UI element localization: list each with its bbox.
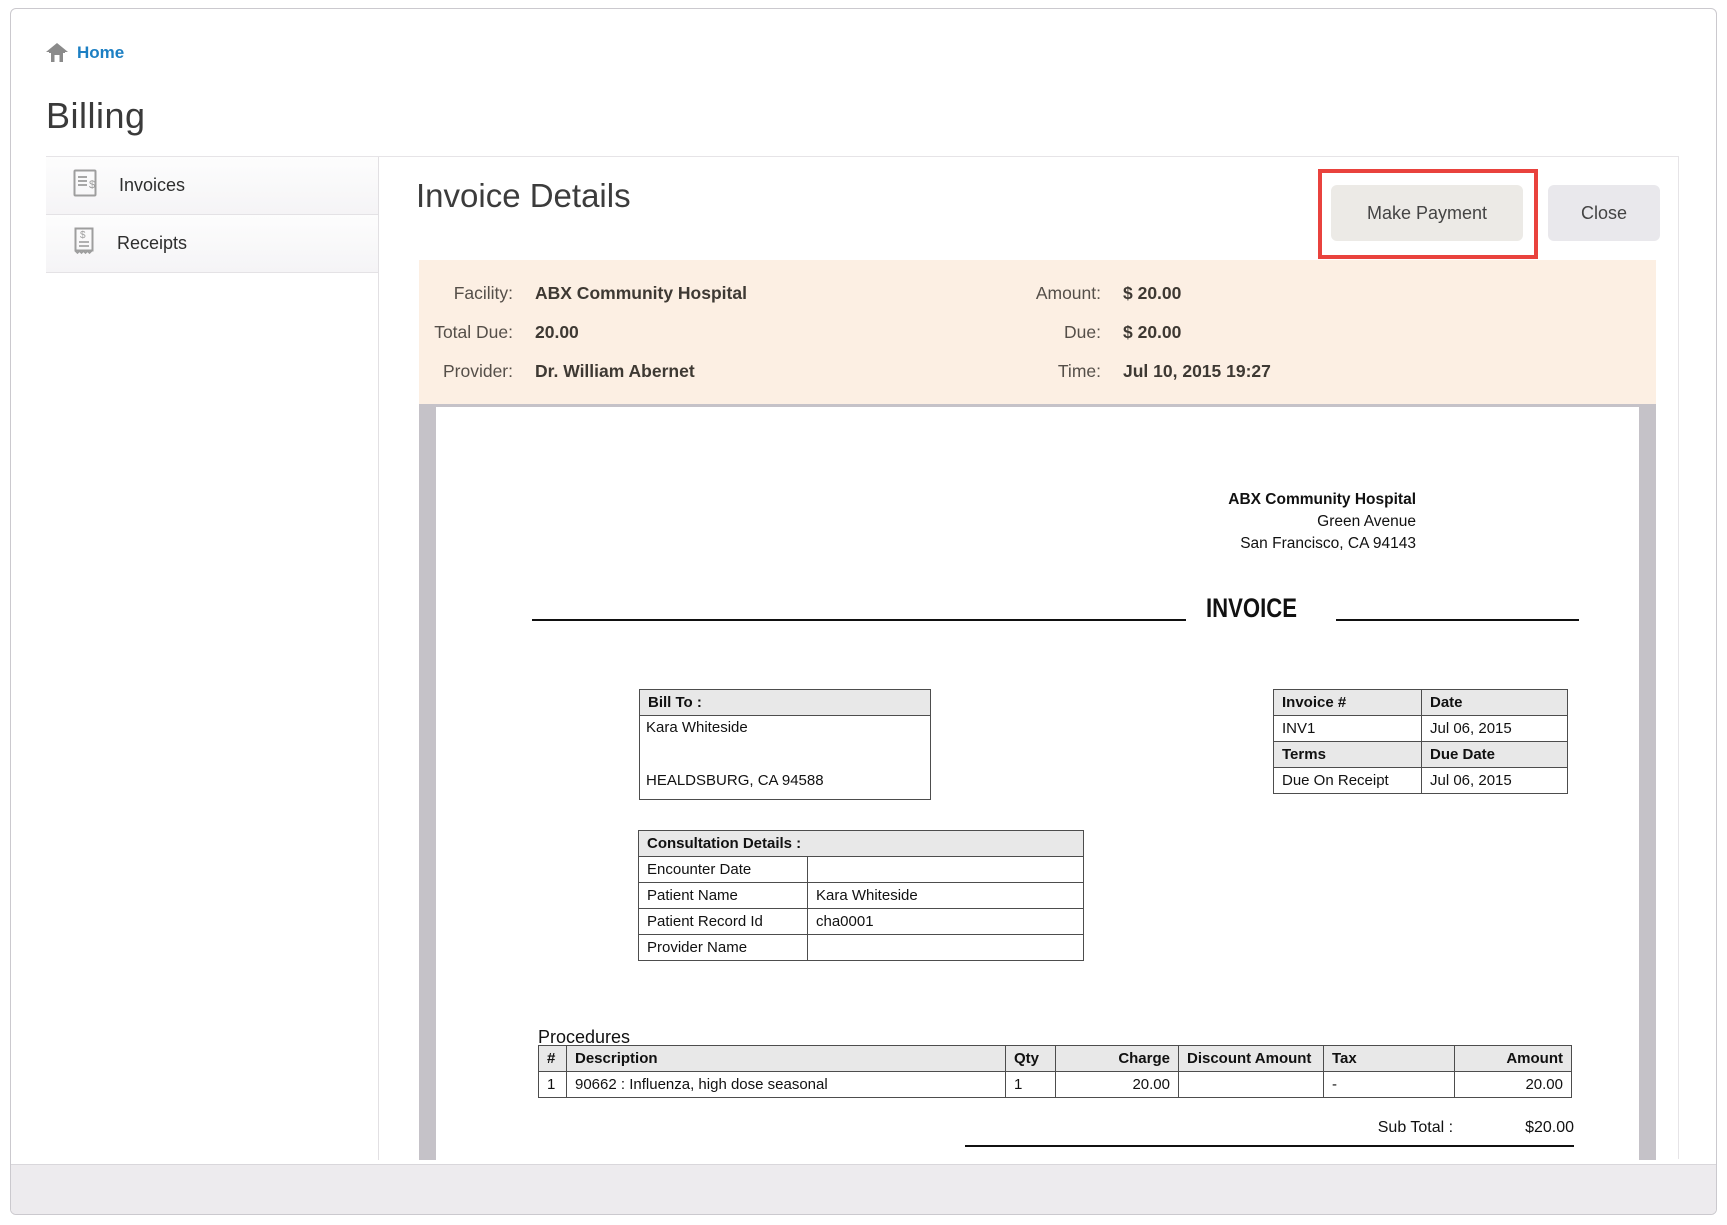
home-icon bbox=[46, 43, 68, 63]
sidebar-item-label: Invoices bbox=[119, 175, 185, 196]
invoice-details-title: Invoice Details bbox=[416, 177, 631, 215]
procedure-row: 1 90662 : Influenza, high dose seasonal … bbox=[539, 1072, 1572, 1098]
provider-name-value bbox=[808, 935, 1084, 961]
summary-left-column: Facility: ABX Community Hospital Total D… bbox=[419, 274, 939, 404]
invoice-title-rule-right bbox=[1336, 619, 1579, 621]
procedures-table: # Description Qty Charge Discount Amount… bbox=[538, 1045, 1572, 1098]
invoice-date-label: Date bbox=[1422, 690, 1568, 716]
invoice-meta-table: Invoice # Date INV1 Jul 06, 2015 Terms D… bbox=[1273, 689, 1568, 794]
sidebar-item-label: Receipts bbox=[117, 233, 187, 254]
bill-to-city: HEALDSBURG, CA 94588 bbox=[646, 772, 924, 789]
summary-row-time: Time: Jul 10, 2015 19:27 bbox=[989, 352, 1589, 391]
col-header-index: # bbox=[539, 1046, 567, 1072]
consultation-details-table: Consultation Details : Encounter Date Pa… bbox=[638, 830, 1084, 961]
invoice-number-value: INV1 bbox=[1274, 716, 1422, 742]
invoice-document-page: ABX Community Hospital Green Avenue San … bbox=[436, 407, 1639, 1160]
invoice-summary-panel: Facility: ABX Community Hospital Total D… bbox=[419, 260, 1656, 404]
procedure-charge: 20.00 bbox=[1056, 1072, 1179, 1098]
procedure-amount: 20.00 bbox=[1455, 1072, 1572, 1098]
procedure-discount bbox=[1179, 1072, 1324, 1098]
time-value: Jul 10, 2015 19:27 bbox=[1123, 361, 1271, 382]
provider-name-label: Provider Name bbox=[639, 935, 808, 961]
due-date-label: Due Date bbox=[1422, 742, 1568, 768]
bill-to-header: Bill To : bbox=[640, 690, 931, 716]
invoice-date-value: Jul 06, 2015 bbox=[1422, 716, 1568, 742]
sidebar-item-receipts[interactable]: $ Receipts bbox=[46, 215, 378, 273]
hospital-name: ABX Community Hospital bbox=[1228, 489, 1416, 511]
total-due-value: 20.00 bbox=[535, 322, 579, 343]
col-header-charge: Charge bbox=[1056, 1046, 1179, 1072]
invoice-document-title: INVOICE bbox=[1206, 593, 1297, 624]
sidebar-item-invoices[interactable]: $ Invoices bbox=[46, 157, 378, 215]
patient-record-id-label: Patient Record Id bbox=[639, 909, 808, 935]
col-header-discount: Discount Amount bbox=[1179, 1046, 1324, 1072]
col-header-qty: Qty bbox=[1006, 1046, 1056, 1072]
summary-row-provider: Provider: Dr. William Abernet bbox=[419, 352, 939, 391]
encounter-date-label: Encounter Date bbox=[639, 857, 808, 883]
summary-row-amount: Amount: $ 20.00 bbox=[989, 274, 1589, 313]
receipt-icon: $ bbox=[73, 227, 95, 260]
svg-text:$: $ bbox=[80, 230, 86, 241]
total-due-label: Total Due: bbox=[419, 322, 513, 343]
summary-row-due: Due: $ 20.00 bbox=[989, 313, 1589, 352]
terms-label: Terms bbox=[1274, 742, 1422, 768]
provider-value: Dr. William Abernet bbox=[535, 361, 695, 382]
col-header-amount: Amount bbox=[1455, 1046, 1572, 1072]
breadcrumb-home-link[interactable]: Home bbox=[77, 43, 124, 63]
summary-right-column: Amount: $ 20.00 Due: $ 20.00 Time: Jul 1… bbox=[989, 274, 1589, 404]
bill-to-body: Kara Whiteside HEALDSBURG, CA 94588 bbox=[640, 716, 931, 800]
encounter-date-value bbox=[808, 857, 1084, 883]
summary-row-total-due: Total Due: 20.00 bbox=[419, 313, 939, 352]
procedure-index: 1 bbox=[539, 1072, 567, 1098]
content-card: $ Invoices $ Rec bbox=[46, 156, 1679, 1159]
app-frame: Home Billing $ Inv bbox=[10, 8, 1717, 1215]
procedure-description: 90662 : Influenza, high dose seasonal bbox=[567, 1072, 1006, 1098]
consultation-header: Consultation Details : bbox=[639, 831, 1084, 857]
facility-label: Facility: bbox=[419, 283, 513, 304]
breadcrumb[interactable]: Home bbox=[46, 43, 124, 63]
close-button[interactable]: Close bbox=[1548, 185, 1660, 241]
col-header-description: Description bbox=[567, 1046, 1006, 1072]
terms-value: Due On Receipt bbox=[1274, 768, 1422, 794]
sidebar: $ Invoices $ Rec bbox=[46, 157, 379, 1160]
due-date-value: Jul 06, 2015 bbox=[1422, 768, 1568, 794]
svg-text:$: $ bbox=[89, 179, 95, 191]
provider-label: Provider: bbox=[419, 361, 513, 382]
bill-to-table: Bill To : Kara Whiteside HEALDSBURG, CA … bbox=[639, 689, 931, 800]
invoice-number-label: Invoice # bbox=[1274, 690, 1422, 716]
subtotal-label: Sub Total : bbox=[1378, 1119, 1453, 1137]
time-label: Time: bbox=[989, 361, 1101, 382]
billing-screen: Home Billing $ Inv bbox=[0, 0, 1727, 1225]
summary-row-facility: Facility: ABX Community Hospital bbox=[419, 274, 939, 313]
subtotal-value: $20.00 bbox=[1525, 1119, 1574, 1137]
patient-name-value: Kara Whiteside bbox=[808, 883, 1084, 909]
hospital-address-block: ABX Community Hospital Green Avenue San … bbox=[1228, 489, 1416, 555]
facility-value: ABX Community Hospital bbox=[535, 283, 747, 304]
subtotal-row: Sub Total : $20.00 bbox=[965, 1119, 1574, 1147]
amount-value: $ 20.00 bbox=[1123, 283, 1181, 304]
hospital-address-line2: San Francisco, CA 94143 bbox=[1228, 533, 1416, 555]
patient-name-label: Patient Name bbox=[639, 883, 808, 909]
bill-to-name: Kara Whiteside bbox=[646, 719, 924, 736]
procedure-tax: - bbox=[1324, 1072, 1455, 1098]
page-title: Billing bbox=[46, 95, 146, 137]
invoice-document-viewer[interactable]: ABX Community Hospital Green Avenue San … bbox=[419, 404, 1656, 1160]
due-value: $ 20.00 bbox=[1123, 322, 1181, 343]
amount-label: Amount: bbox=[989, 283, 1101, 304]
patient-record-id-value: cha0001 bbox=[808, 909, 1084, 935]
invoice-icon: $ bbox=[73, 169, 97, 202]
hospital-address-line1: Green Avenue bbox=[1228, 511, 1416, 533]
procedure-qty: 1 bbox=[1006, 1072, 1056, 1098]
footer-band bbox=[11, 1164, 1716, 1214]
due-label: Due: bbox=[989, 322, 1101, 343]
invoice-title-rule-left bbox=[532, 619, 1186, 621]
col-header-tax: Tax bbox=[1324, 1046, 1455, 1072]
make-payment-button[interactable]: Make Payment bbox=[1331, 185, 1523, 241]
